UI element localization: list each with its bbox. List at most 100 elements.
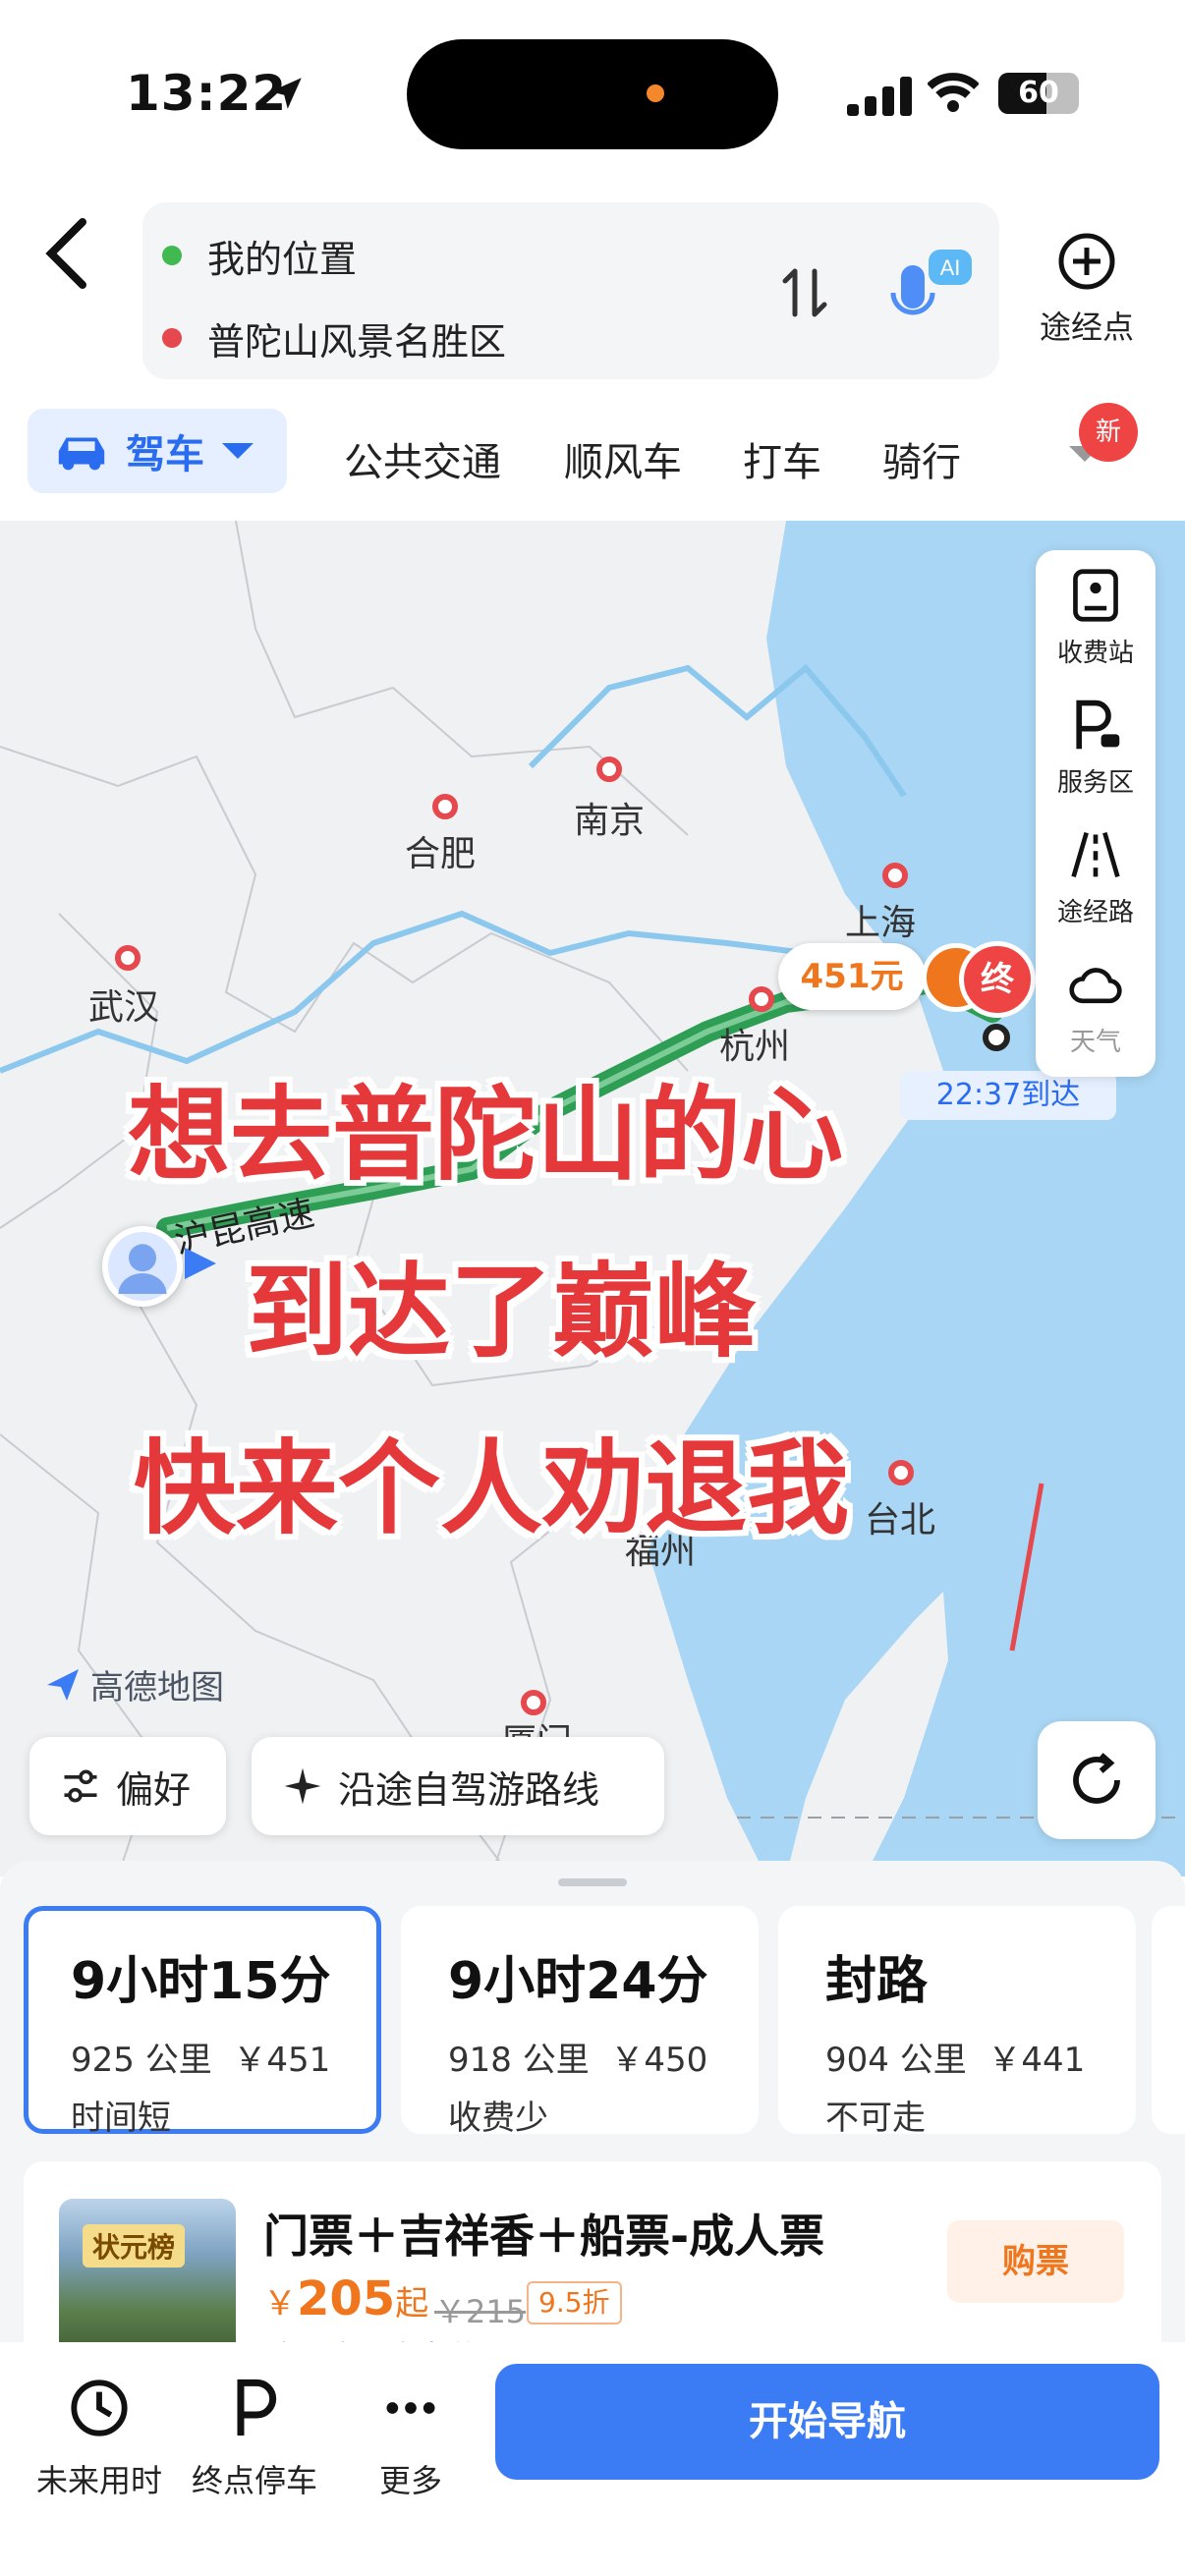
route-icon [1071, 831, 1120, 878]
amap-logo: 高德地图 [43, 1660, 224, 1708]
heading-arrow-icon [185, 1248, 216, 1279]
waypoint-road-label: 途经路 [1056, 898, 1134, 927]
destination-parking-button[interactable]: 终点停车 [189, 2374, 320, 2501]
toll-station-icon [1073, 569, 1118, 622]
destination-field[interactable]: 普陀山风景名胜区 [162, 308, 506, 367]
service-area-label: 服务区 [1056, 768, 1134, 798]
route-distance: 904 公里 [825, 2041, 967, 2080]
amap-logo-icon [47, 1668, 79, 1701]
road-trip-button[interactable]: 沿途自驾游路线 [252, 1737, 664, 1835]
tab-transit[interactable]: 公共交通 [344, 430, 501, 487]
route-input-box: 我的位置 普陀山风景名胜区 AI [142, 202, 999, 379]
discount-badge: 9.5折 [527, 2281, 622, 2324]
origin-text: 我的位置 [207, 237, 358, 281]
mode-tabs: 驾车 公共交通 顺风车 打车 骑行 新 [0, 403, 1185, 503]
swap-icon[interactable] [779, 263, 830, 322]
start-navigation-button[interactable]: 开始导航 [495, 2364, 1159, 2480]
destination-text: 普陀山风景名胜区 [207, 319, 507, 364]
city-nanjing[interactable]: 南京 [574, 792, 645, 843]
city-wuhan[interactable]: 武汉 [88, 979, 159, 1030]
future-time-label: 未来用时 [35, 2462, 162, 2499]
more-icon [386, 2402, 435, 2414]
route-distance: 918 公里 [448, 2041, 590, 2080]
route-cost: ￥441 [988, 2041, 1086, 2080]
clock-icon [71, 2380, 128, 2436]
waypoint-label: 途经点 [1039, 308, 1134, 346]
more-label: 更多 [378, 2462, 442, 2499]
avatar[interactable] [102, 1226, 183, 1307]
ticket-title: 门票＋吉祥香＋船票-成人票 [263, 2210, 825, 2263]
route-time: 9小时24分 [448, 1952, 708, 2011]
status-bar: 13:22 60 [0, 0, 1185, 187]
route-time: 封路 [825, 1952, 929, 2011]
route-cost: ￥451 [233, 2041, 331, 2080]
wifi-icon [928, 73, 979, 112]
toll-bubble[interactable]: 451元 [778, 943, 926, 1010]
tab-carpool[interactable]: 顺风车 [564, 430, 682, 487]
weather-icon [1069, 968, 1122, 1004]
city-dot [521, 1690, 546, 1715]
route-tag: 收费少 [448, 2099, 548, 2138]
new-badge: 新 [1079, 403, 1138, 462]
ticket-card[interactable]: 状元榜 门票＋吉祥香＋船票-成人票 ￥205起 ￥215 9.5折 随买随用 有… [24, 2161, 1161, 2358]
tab-drive-label: 驾车 [126, 432, 204, 477]
waypoint-road-button[interactable]: 途经路 [1036, 810, 1156, 937]
bottom-action-bar: 未来用时 终点停车 更多 开始导航 [0, 2342, 1185, 2576]
route-cost: ￥450 [610, 2041, 708, 2080]
refresh-icon [1073, 1753, 1120, 1804]
weather-button[interactable]: 天气 [1036, 939, 1156, 1067]
origin-field[interactable]: 我的位置 [162, 226, 357, 285]
refresh-button[interactable] [1038, 1721, 1156, 1839]
car-icon [58, 437, 105, 471]
preference-label: 偏好 [116, 1767, 192, 1812]
voice-ai-icon[interactable]: AI [889, 246, 976, 332]
price-value: 205 [297, 2271, 396, 2326]
tab-drive[interactable]: 驾车 [28, 409, 287, 493]
status-time: 13:22 [126, 65, 288, 122]
route-option[interactable]: 封路 904 公里 ￥441 不可走 [778, 1906, 1136, 2138]
route-tag: 时间短 [71, 2099, 171, 2138]
add-waypoint-button[interactable]: 途经点 [1018, 232, 1156, 350]
more-button[interactable]: 更多 [352, 2374, 470, 2501]
route-tag: 不可走 [825, 2099, 926, 2138]
route-distance: 925 公里 [71, 2041, 212, 2080]
back-icon[interactable] [39, 214, 98, 293]
future-time-button[interactable]: 未来用时 [33, 2374, 165, 2501]
route-option[interactable]: 9小时15分 925 公里 ￥451 时间短 [24, 1906, 381, 2138]
city-shanghai[interactable]: 上海 [845, 894, 916, 945]
sheet-handle[interactable] [558, 1878, 627, 1886]
road-trip-label: 沿途自驾游路线 [338, 1767, 600, 1812]
overlay-caption-line-2: 到达了巅峰 [246, 1252, 758, 1372]
original-price: ￥215 [434, 2293, 527, 2330]
price-currency: ￥ [263, 2284, 297, 2324]
origin-dot [162, 246, 182, 265]
battery-level: 60 [1018, 76, 1059, 110]
city-dot [596, 756, 622, 782]
sparkle-icon [284, 1767, 321, 1805]
end-marker[interactable]: 终 [959, 941, 1036, 1018]
overlay-caption-line-1: 想去普陀山的心 [128, 1075, 844, 1195]
toll-station-button[interactable]: 收费站 [1036, 550, 1156, 678]
tab-cycling[interactable]: 骑行 [882, 430, 961, 487]
user-avatar-icon [118, 1244, 167, 1294]
buy-ticket-button[interactable]: 购票 [947, 2220, 1124, 2303]
scenic-thumbnail: 状元榜 [59, 2199, 236, 2358]
service-area-button[interactable]: 服务区 [1036, 680, 1156, 808]
service-area-icon [1076, 700, 1120, 750]
city-dot [882, 863, 908, 888]
amap-logo-text: 高德地图 [90, 1668, 224, 1708]
sliders-icon [64, 1769, 97, 1803]
ticket-price: ￥205起 [263, 2271, 428, 2326]
overlay-caption-line-3: 快来个人劝退我 [134, 1428, 850, 1548]
map-view[interactable]: 南京 合肥 上海 武汉 杭州 福州 台北 厦门 沪昆高速 451元 终 22:3… [0, 521, 1185, 1876]
destination-dot [162, 328, 182, 348]
tab-taxi[interactable]: 打车 [743, 430, 821, 487]
map-tools-panel: 收费站 服务区 途经路 天气 [1036, 550, 1156, 1077]
city-dot [749, 986, 774, 1012]
route-option[interactable]: 9小时24分 918 公里 ￥450 收费少 [401, 1906, 759, 2138]
city-hefei[interactable]: 合肥 [405, 825, 476, 876]
route-time: 9小时15分 [71, 1952, 331, 2011]
parking-label: 终点停车 [191, 2462, 317, 2499]
preference-button[interactable]: 偏好 [29, 1737, 226, 1835]
route-option-peek[interactable] [1152, 1906, 1185, 2134]
